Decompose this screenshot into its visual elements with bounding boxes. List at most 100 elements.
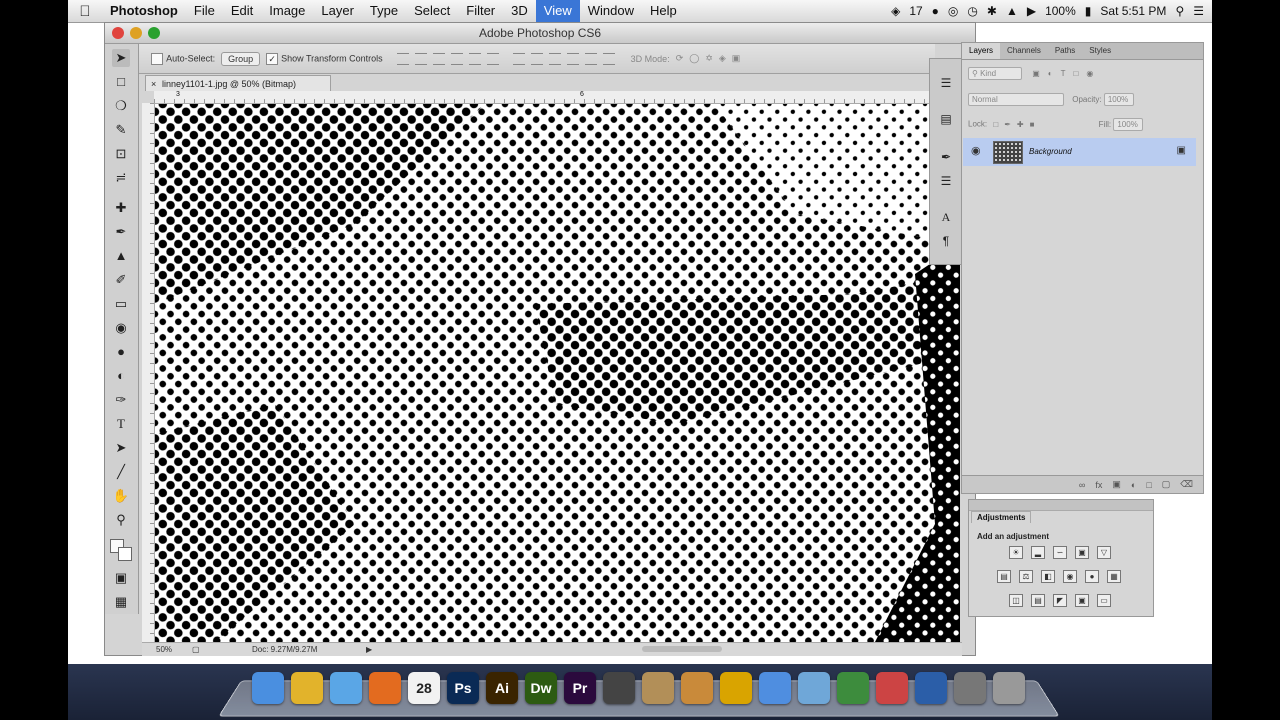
dock-premiere-icon[interactable]: Pr xyxy=(564,672,596,704)
hand-tool-icon[interactable]: ✋ xyxy=(112,487,130,505)
paragraph-panel-icon[interactable]: ¶ xyxy=(938,233,954,249)
zoom-window-button[interactable] xyxy=(148,27,160,39)
new-layer-icon[interactable]: ▢ xyxy=(1162,479,1171,490)
eraser-tool-icon[interactable]: ▭ xyxy=(112,295,130,313)
vibrance-icon[interactable]: ▽ xyxy=(1097,546,1111,559)
crop-tool-icon[interactable]: ⊡ xyxy=(112,145,130,163)
align-left-icon[interactable] xyxy=(450,52,463,65)
minimize-window-button[interactable] xyxy=(130,27,142,39)
distribute-top-icon[interactable] xyxy=(512,52,525,65)
clone-stamp-tool-icon[interactable]: ▲ xyxy=(112,247,130,265)
align-right-icon[interactable] xyxy=(486,52,499,65)
gradient-map-icon[interactable]: ▭ xyxy=(1097,594,1111,607)
menu-photoshop[interactable]: Photoshop xyxy=(102,0,186,22)
properties-panel-icon[interactable]: ▤ xyxy=(938,111,954,127)
dock-app-store-stamp-icon[interactable] xyxy=(876,672,908,704)
menu-type[interactable]: Type xyxy=(362,0,406,22)
lock-icons[interactable]: □✒✚■ xyxy=(993,120,1040,129)
posterize-icon[interactable]: ▤ xyxy=(1031,594,1045,607)
status-menu-arrow-icon[interactable]: ▶ xyxy=(366,643,372,656)
dock-chrome-icon[interactable] xyxy=(291,672,323,704)
dodge-tool-icon[interactable]: ◐ xyxy=(112,367,130,385)
tab-channels[interactable]: Channels xyxy=(1000,43,1048,59)
delete-layer-icon[interactable]: ⌫ xyxy=(1180,479,1193,490)
menu-file[interactable]: File xyxy=(186,0,223,22)
fill-field[interactable]: 100% xyxy=(1113,118,1144,131)
clock[interactable]: Sat 5:51 PM xyxy=(1100,0,1166,22)
curves-icon[interactable]: ∽ xyxy=(1053,546,1067,559)
healing-brush-tool-icon[interactable]: ✚ xyxy=(112,199,130,217)
distribute-hcenter-icon[interactable] xyxy=(584,52,597,65)
3d-roll-icon[interactable]: ◯ xyxy=(689,53,699,64)
path-select-tool-icon[interactable]: ➤ xyxy=(112,439,130,457)
channel-mixer-icon[interactable]: ● xyxy=(1085,570,1099,583)
hue-saturation-icon[interactable]: ▤ xyxy=(997,570,1011,583)
color-balance-icon[interactable]: ⚖ xyxy=(1019,570,1033,583)
character-panel-icon[interactable]: A xyxy=(938,209,954,225)
exposure-icon[interactable]: ▣ xyxy=(1075,546,1089,559)
apple-menu-icon[interactable]:  xyxy=(68,3,102,20)
color-lookup-icon[interactable]: ▦ xyxy=(1107,570,1121,583)
3d-drag-icon[interactable]: ✡ xyxy=(705,53,713,64)
3d-rotate-icon[interactable]: ⟳ xyxy=(676,53,684,64)
link-layers-icon[interactable]: ∞ xyxy=(1079,480,1085,490)
align-hcenter-icon[interactable] xyxy=(468,52,481,65)
align-bottom-icon[interactable] xyxy=(432,52,445,65)
dock-photoshop-icon[interactable]: Ps xyxy=(447,672,479,704)
dock-trash-icon[interactable] xyxy=(993,672,1025,704)
export-icon[interactable]: ▢ xyxy=(192,643,200,656)
marquee-tool-icon[interactable]: □ xyxy=(112,73,130,91)
tab-paths[interactable]: Paths xyxy=(1048,43,1082,59)
3d-scale-icon[interactable]: ▣ xyxy=(732,53,741,64)
adjust-sliders-icon[interactable]: ☰ xyxy=(938,173,954,189)
screen-mode-icon[interactable]: ▦ xyxy=(112,593,130,611)
history-panel-icon[interactable]: ☰ xyxy=(938,75,954,91)
menu-window[interactable]: Window xyxy=(580,0,642,22)
photo-filter-icon[interactable]: ◉ xyxy=(1063,570,1077,583)
menu-select[interactable]: Select xyxy=(406,0,458,22)
layer-row-background[interactable]: ◉ Background ▣ xyxy=(963,138,1196,166)
distribute-bottom-icon[interactable] xyxy=(548,52,561,65)
menu-3d[interactable]: 3D xyxy=(503,0,536,22)
paint-bucket-tool-icon[interactable]: ◉ xyxy=(112,319,130,337)
dock-mail-icon[interactable] xyxy=(798,672,830,704)
fx-icon[interactable]: fx xyxy=(1095,480,1102,490)
dock-illustrator-icon[interactable]: Ai xyxy=(486,672,518,704)
menu-filter[interactable]: Filter xyxy=(458,0,503,22)
menu-view[interactable]: View xyxy=(535,0,580,22)
pen-tool-icon[interactable]: ✑ xyxy=(112,391,130,409)
new-group-icon[interactable]: □ xyxy=(1146,480,1151,490)
threshold-icon[interactable]: ◤ xyxy=(1053,594,1067,607)
auto-select-dropdown[interactable]: Group xyxy=(221,51,261,66)
dock-sunflower-icon[interactable] xyxy=(720,672,752,704)
type-tool-icon[interactable]: T xyxy=(112,415,130,433)
dock-clapper-icon[interactable] xyxy=(603,672,635,704)
battery-percent[interactable]: 100% xyxy=(1045,0,1076,22)
dock-finder-icon[interactable] xyxy=(252,672,284,704)
dock-photos-stack-icon[interactable] xyxy=(954,672,986,704)
dock-garageband-icon[interactable] xyxy=(681,672,713,704)
distribute-left-icon[interactable] xyxy=(566,52,579,65)
zoom-level[interactable]: 50% xyxy=(156,643,172,656)
zoom-tool-icon[interactable]: ⚲ xyxy=(112,511,130,529)
close-window-button[interactable] xyxy=(112,27,124,39)
align-top-icon[interactable] xyxy=(396,52,409,65)
black-white-icon[interactable]: ◧ xyxy=(1041,570,1055,583)
3d-slide-icon[interactable]: ◈ xyxy=(719,53,726,64)
brightness-contrast-icon[interactable]: ☀ xyxy=(1009,546,1023,559)
filter-icons[interactable]: ▣◐T□◉ xyxy=(1032,69,1101,78)
adobe-icon[interactable]: ◈ xyxy=(891,0,900,22)
close-tab-icon[interactable]: × xyxy=(151,76,156,92)
tab-layers[interactable]: Layers xyxy=(962,43,1001,59)
dock-preview-icon[interactable] xyxy=(642,672,674,704)
menu-help[interactable]: Help xyxy=(642,0,685,22)
new-adjustment-icon[interactable]: ◐ xyxy=(1131,480,1136,490)
layer-name[interactable]: Background xyxy=(1029,147,1072,156)
wifi-icon[interactable]: ▲ xyxy=(1006,0,1018,22)
spotlight-icon[interactable]: ⚲ xyxy=(1175,0,1184,22)
quick-mask-icon[interactable]: ▣ xyxy=(112,569,130,587)
adjustments-panel-header[interactable] xyxy=(969,500,1153,511)
eye-visibility-icon[interactable]: ◉ xyxy=(971,144,981,157)
line-tool-icon[interactable]: ╱ xyxy=(112,463,130,481)
document-tab[interactable]: × linney1101-1.jpg @ 50% (Bitmap) xyxy=(145,75,331,91)
